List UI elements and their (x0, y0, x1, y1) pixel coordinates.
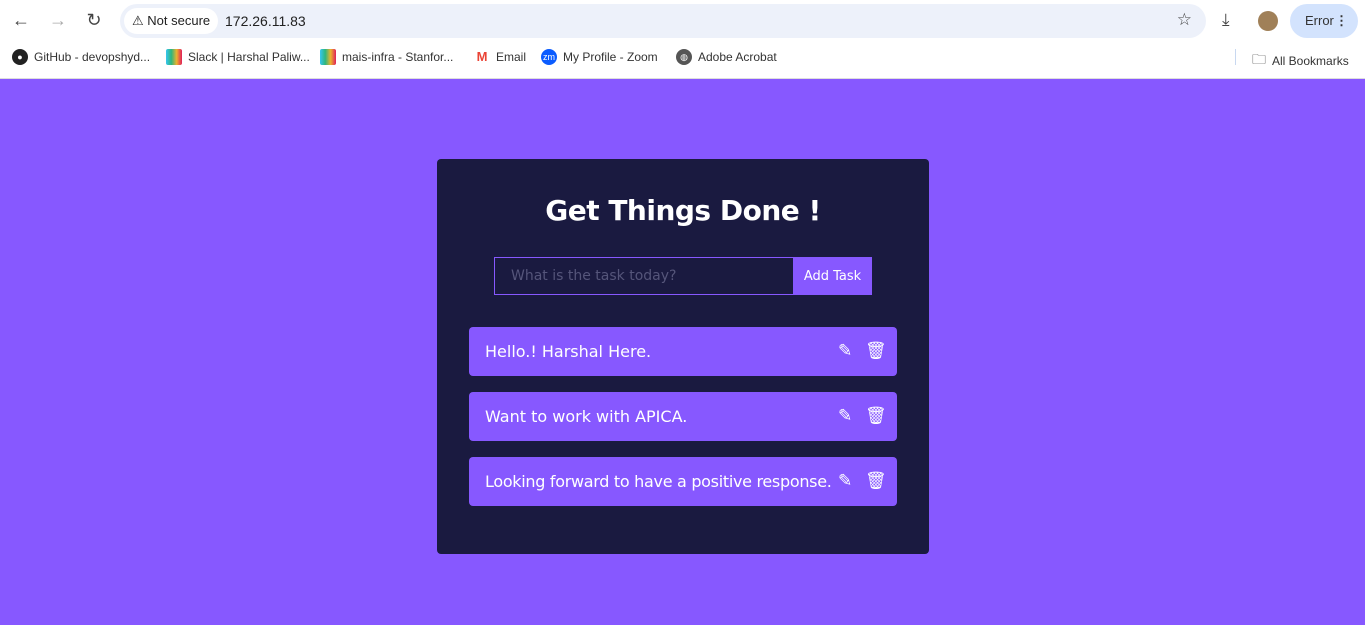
todo-text: Want to work with APICA. (485, 407, 688, 426)
todo-item: Hello.! Harshal Here. ✎ 🗑 (469, 327, 897, 376)
bookmark-zoom[interactable]: zm My Profile - Zoom (541, 49, 658, 65)
edit-icon[interactable]: ✎ (838, 327, 852, 376)
all-bookmarks[interactable]: 🗀 All Bookmarks (1252, 49, 1349, 73)
edit-icon[interactable]: ✎ (838, 457, 852, 506)
bookmark-label: Email (496, 50, 527, 64)
zoom-icon: zm (541, 49, 557, 65)
download-icon[interactable]: ⤓ (1222, 10, 1230, 30)
github-icon: ● (12, 49, 28, 65)
all-bookmarks-label: All Bookmarks (1272, 54, 1349, 68)
trash-icon[interactable]: 🗑 (865, 457, 887, 506)
todo-text: Hello.! Harshal Here. (485, 342, 652, 361)
bookmark-star-icon[interactable]: ☆ (1177, 10, 1192, 30)
globe-icon: ◍ (676, 49, 692, 65)
bookmark-email[interactable]: M Email (474, 49, 526, 65)
avatar[interactable] (1258, 11, 1278, 31)
bookmark-adobe[interactable]: ◍ Adobe Acrobat (676, 49, 777, 65)
todo-item: Want to work with APICA. ✎ 🗑 (469, 392, 897, 441)
profile-error-button[interactable]: Error ⋮ (1290, 4, 1358, 38)
browser-chrome: ← → ↻ ⚠ Not secure 172.26.11.83 ☆ ⤓ Erro… (0, 0, 1365, 79)
error-label: Error (1305, 13, 1334, 28)
bookmark-github[interactable]: ● GitHub - devopshyd... (12, 49, 150, 65)
menu-icon[interactable]: ⋮ (1335, 4, 1348, 38)
slack-icon (320, 49, 336, 65)
page-title: Get Things Done ! (545, 194, 821, 227)
bookmark-label: My Profile - Zoom (563, 50, 658, 64)
bookmark-mais-infra[interactable]: mais-infra - Stanfor... (320, 49, 453, 65)
gmail-icon: M (476, 49, 488, 64)
add-task-button[interactable]: Add Task (793, 257, 872, 295)
bookmark-label: Adobe Acrobat (698, 50, 777, 64)
edit-icon[interactable]: ✎ (838, 392, 852, 441)
todo-text: Looking forward to have a positive respo… (485, 472, 832, 491)
forward-icon[interactable]: → (47, 10, 69, 31)
back-icon[interactable]: ← (10, 10, 32, 31)
bookmark-label: GitHub - devopshyd... (34, 50, 151, 64)
not-secure-label: Not secure (147, 13, 211, 28)
reload-icon[interactable]: ↻ (83, 10, 105, 31)
trash-icon[interactable]: 🗑 (865, 392, 887, 441)
task-input[interactable] (494, 257, 794, 295)
trash-icon[interactable]: 🗑 (865, 327, 887, 376)
bookmark-label: Slack | Harshal Paliw... (188, 50, 310, 64)
folder-icon: 🗀 (1252, 51, 1266, 67)
bookmark-slack[interactable]: Slack | Harshal Paliw... (166, 49, 310, 65)
bookmark-label: mais-infra - Stanfor... (342, 50, 454, 64)
security-indicator[interactable]: ⚠ Not secure (124, 8, 219, 34)
address-bar[interactable]: ⚠ Not secure 172.26.11.83 ☆ (120, 4, 1206, 38)
url-text[interactable]: 172.26.11.83 (225, 4, 306, 38)
divider (1235, 49, 1236, 65)
todo-item: Looking forward to have a positive respo… (469, 457, 897, 506)
slack-icon (166, 49, 182, 65)
todo-card: Get Things Done ! Add Task Hello.! Harsh… (437, 159, 929, 554)
